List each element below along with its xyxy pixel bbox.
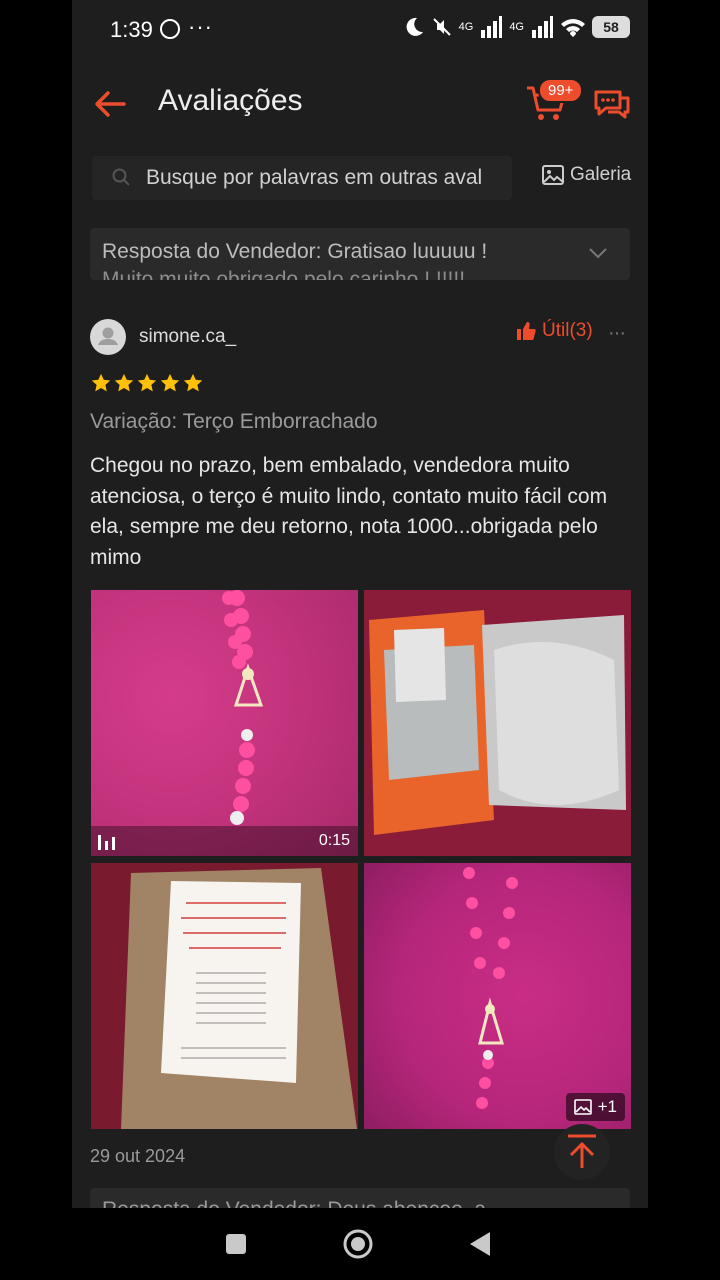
seller-reply-text: Resposta do Vendedor: Gratisao luuuuu !: [102, 240, 488, 263]
whatsapp-icon: [160, 19, 180, 39]
app-screen: 1:39 ··· 4G 4G 58 Avaliações 99+ Busque …: [72, 0, 648, 1208]
mute-icon: [432, 18, 451, 36]
video-icon: [98, 835, 115, 850]
network-label-2: 4G: [509, 21, 524, 33]
top-app-bar: Avaliações 99+: [72, 70, 648, 140]
video-duration: 0:15: [318, 832, 350, 849]
review-photo-package[interactable]: [364, 590, 631, 856]
review-date: 29 out 2024: [90, 1146, 186, 1166]
more-media-count: +1: [597, 1097, 617, 1116]
image-icon: [542, 165, 564, 185]
cart-badge: 99+: [538, 78, 584, 103]
seller-reply-next-text: Resposta do Vendedor: Deus abençoe, a: [102, 1198, 486, 1208]
gallery-label: Galeria: [570, 164, 632, 185]
chevron-down-icon[interactable]: [588, 246, 608, 260]
search-placeholder: Busque por palavras em outras aval: [146, 166, 483, 189]
review-search-input[interactable]: Busque por palavras em outras aval: [92, 156, 512, 200]
review-comment: Chegou no prazo, bem embalado, vendedora…: [90, 454, 608, 569]
seller-reply-text-cut: Muito muito obrigado pelo carinho ! !!!!…: [102, 268, 466, 280]
seller-reply-collapsed[interactable]: Resposta do Vendedor: Gratisao luuuuu ! …: [90, 228, 630, 280]
wifi-icon: [561, 19, 585, 37]
status-time: 1:39: [110, 17, 153, 42]
avatar[interactable]: [90, 319, 126, 355]
review-video-thumbnail[interactable]: 0:15: [91, 590, 358, 856]
star-icon: [183, 373, 203, 392]
search-icon: [112, 168, 130, 186]
star-icon: [91, 373, 111, 392]
back-arrow-icon[interactable]: [90, 84, 130, 124]
recents-button[interactable]: [226, 1234, 246, 1254]
helpful-button[interactable]: Útil(3): [516, 320, 593, 342]
gallery-filter-button[interactable]: Galeria: [542, 164, 631, 186]
scroll-to-top-button[interactable]: [554, 1124, 610, 1180]
home-button[interactable]: [342, 1228, 374, 1260]
network-label: 4G: [458, 21, 474, 33]
status-more-dots: ···: [188, 14, 213, 39]
package-photo: [369, 610, 626, 835]
review-photo-rosary[interactable]: +1: [364, 863, 631, 1129]
reviewer-username[interactable]: simone.ca_: [139, 326, 236, 348]
helpful-label: Útil(3): [542, 320, 593, 341]
rosary-photo-2: [463, 867, 518, 1109]
chat-icon[interactable]: [592, 86, 632, 122]
seller-reply-next[interactable]: Resposta do Vendedor: Deus abençoe, a: [90, 1188, 630, 1208]
image-icon: [573, 1099, 592, 1115]
status-icons: 4G 4G 58: [403, 16, 630, 38]
signal-icon-2: [532, 16, 553, 38]
more-options-icon[interactable]: ···: [608, 322, 626, 345]
page-title: Avaliações: [158, 84, 303, 117]
thumbs-up-icon: [517, 322, 536, 340]
system-back-button[interactable]: [468, 1230, 492, 1258]
product-variation: Variação: Terço Emborrachado: [90, 410, 378, 433]
battery-indicator: 58: [592, 16, 630, 38]
star-icon: [137, 373, 157, 392]
status-bar: 1:39 ··· 4G 4G 58: [72, 0, 648, 60]
star-icon: [160, 373, 180, 392]
review-photo-thank-you-card[interactable]: [91, 863, 358, 1129]
rosary-photo: [222, 590, 264, 825]
signal-icon: [481, 16, 503, 38]
star-rating: [90, 372, 204, 394]
more-media-badge[interactable]: +1: [565, 1093, 625, 1121]
arrow-up-icon: [568, 1134, 596, 1168]
card-photo: [121, 868, 357, 1129]
star-icon: [114, 373, 134, 392]
moon-icon: [406, 17, 423, 36]
user-icon: [98, 327, 118, 345]
